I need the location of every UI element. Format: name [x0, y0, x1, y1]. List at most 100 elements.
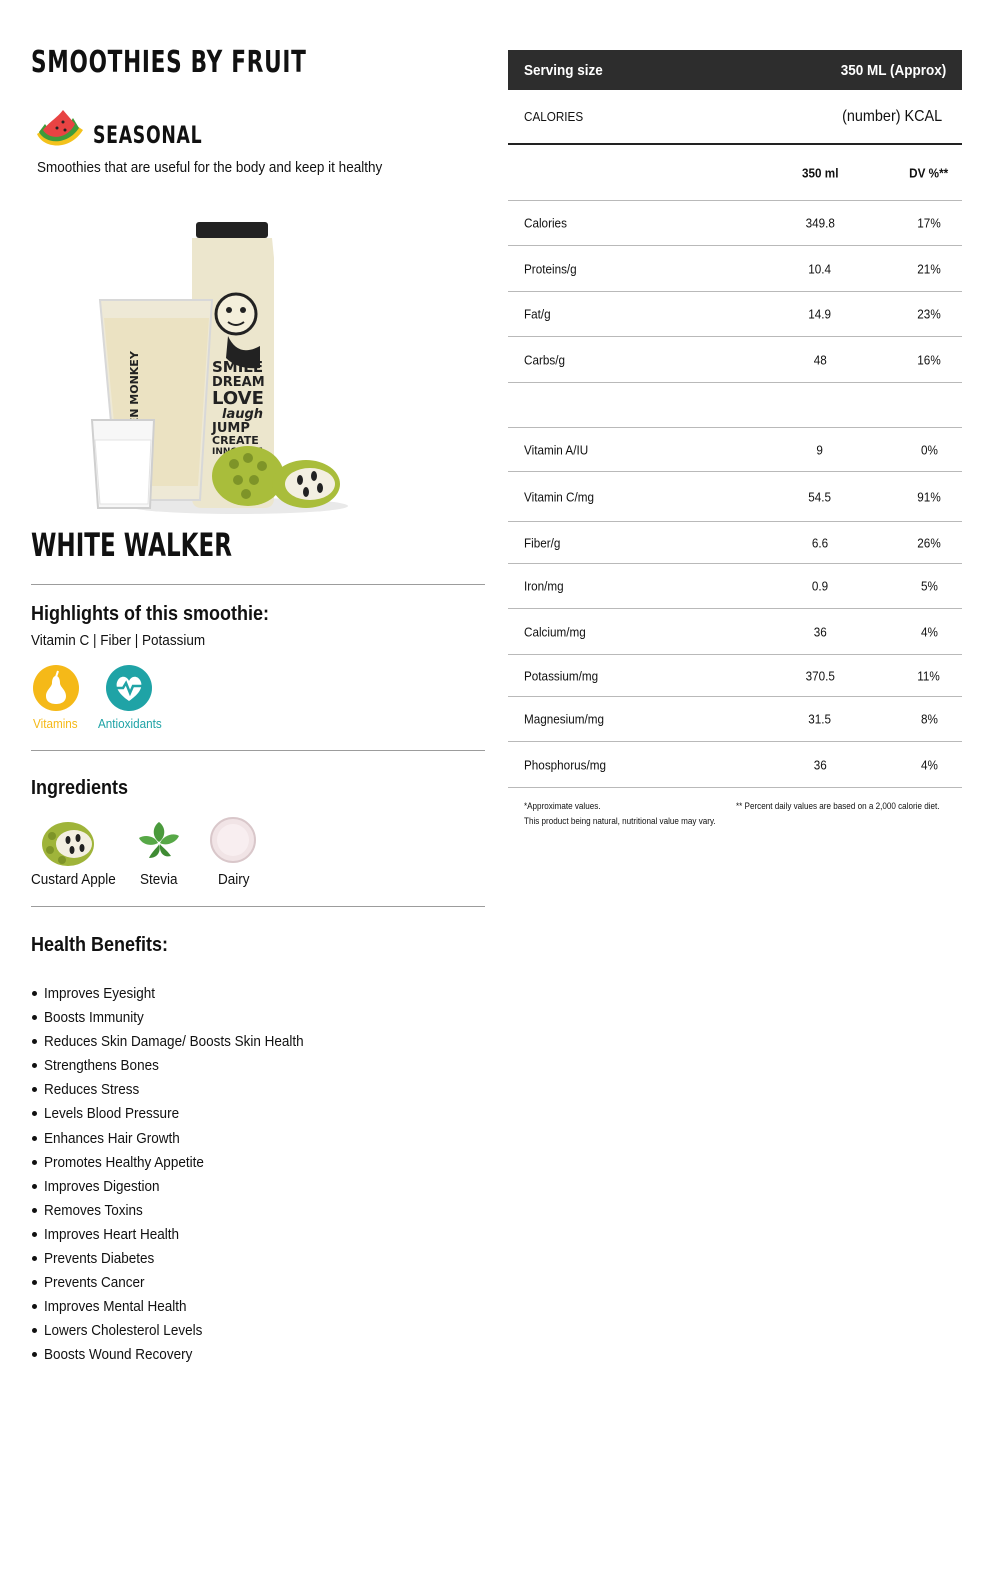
nutrient-dv: 91% [917, 489, 941, 504]
ingredient-label: Dairy [218, 871, 250, 888]
nutrient-amount: 349.8 [805, 215, 835, 231]
list-item: Boosts Wound Recovery [31, 1345, 332, 1369]
list-item: Reduces Stress [31, 1080, 332, 1104]
footnotes: *Approximate values. This product being … [508, 788, 962, 832]
nutrient-name: Magnesium/mg [524, 711, 604, 727]
table-row: Vitamin C/mg 54.5 91% [508, 472, 962, 522]
pear-icon [46, 670, 66, 704]
table-row: Iron/mg 0.9 5% [508, 564, 962, 609]
table-row: Fat/g 14.9 23% [508, 292, 962, 337]
nutrient-name: Fiber/g [524, 535, 561, 550]
list-item: Improves Heart Health [31, 1225, 332, 1249]
calories-value: (number) KCAL [841, 107, 942, 125]
list-item: Improves Eyesight [31, 984, 332, 1008]
highlights-list: Vitamin C | Fiber | Potassium [31, 632, 206, 649]
list-item: Reduces Skin Damage/ Boosts Skin Health [31, 1032, 332, 1056]
product-image: SMILE DREAM LOVE laugh JUMP CREATE INNOV… [88, 218, 350, 518]
benefits-title: Health Benefits: [31, 934, 169, 956]
product-name: WHITE WALKER [31, 526, 232, 564]
nutrient-name: Carbs/g [524, 352, 565, 367]
vitamins-badge [33, 665, 79, 711]
list-item: Improves Digestion [31, 1177, 332, 1201]
nutrient-name: Calories [524, 215, 567, 231]
list-item: Boosts Immunity [31, 1008, 332, 1032]
serving-value: 350 ML (Approx) [840, 61, 946, 79]
list-item: Promotes Healthy Appetite [31, 1153, 332, 1177]
ingredient-label: Stevia [140, 871, 178, 888]
nutrient-name: Vitamin A/IU [524, 442, 589, 457]
bottle-text: CREATE [212, 434, 259, 447]
list-item: Enhances Hair Growth [31, 1129, 332, 1153]
column-header-amount: 350 ml [801, 165, 839, 180]
nutrient-name: Vitamin C/mg [524, 489, 595, 504]
table-row: Proteins/g 10.4 21% [508, 246, 962, 292]
table-row: Calories 349.8 17% [508, 201, 962, 246]
table-row: Carbs/g 48 16% [508, 337, 962, 383]
benefits-list: Improves Eyesight Boosts Immunity Reduce… [31, 984, 332, 1370]
nutrient-dv: 5% [920, 578, 938, 594]
ingredient-label: Custard Apple [31, 871, 116, 888]
table-row: Fiber/g 6.6 26% [508, 522, 962, 564]
ingredients-title: Ingredients [31, 777, 129, 799]
list-item: Prevents Diabetes [31, 1249, 332, 1273]
table-row: Calcium/mg 36 4% [508, 609, 962, 655]
nutrient-amount: 14.9 [808, 306, 832, 322]
nutrient-amount: 31.5 [808, 711, 832, 727]
custard-apple-icon [40, 816, 96, 868]
nutrient-amount: 54.5 [808, 489, 832, 504]
bottle-text: LOVE [212, 388, 264, 409]
calories-summary: CALORIES (number) KCAL [508, 90, 962, 145]
highlights-title: Highlights of this smoothie: [31, 603, 269, 625]
nutrient-amount: 370.5 [805, 668, 835, 683]
nutrient-amount: 9 [816, 442, 824, 457]
table-row: Vitamin A/IU 9 0% [508, 428, 962, 472]
footnote: *Approximate values. [524, 801, 601, 811]
bottle-text: SMILE [212, 358, 263, 376]
nutrient-amount: 36 [813, 757, 827, 772]
footnote: ** Percent daily values are based on a 2… [736, 801, 940, 811]
nutrient-amount: 6.6 [811, 535, 829, 550]
watermelon-icon [33, 108, 87, 154]
table-row-spacer [508, 383, 962, 428]
nutrient-dv: 8% [920, 711, 938, 727]
nutrient-dv: 17% [917, 215, 941, 231]
nutrient-amount: 36 [813, 624, 827, 639]
nutrient-dv: 0% [920, 442, 938, 457]
table-row: Potassium/mg 370.5 11% [508, 655, 962, 697]
list-item: Levels Blood Pressure [31, 1104, 332, 1128]
bottle-text: laugh [222, 407, 263, 422]
divider [31, 750, 485, 751]
nutrient-amount: 0.9 [811, 578, 829, 594]
list-item: Removes Toxins [31, 1201, 332, 1225]
nutrient-name: Fat/g [524, 306, 551, 322]
table-row: Phosphorus/mg 36 4% [508, 742, 962, 788]
nutrient-dv: 23% [917, 306, 941, 322]
category-description: Smoothies that are useful for the body a… [37, 159, 383, 176]
divider [31, 906, 485, 907]
heartbeat-icon [115, 676, 143, 701]
category-label: SEASONAL [93, 121, 203, 149]
nutrient-name: Potassium/mg [524, 668, 599, 683]
nutrient-dv: 21% [917, 261, 941, 276]
list-item: Strengthens Bones [31, 1056, 332, 1080]
calories-label: CALORIES [524, 109, 584, 124]
serving-size-bar: Serving size 350 ML (Approx) [508, 50, 962, 90]
vitamins-label: Vitamins [33, 716, 78, 731]
nutrient-name: Phosphorus/mg [524, 757, 606, 772]
table-header: 350 ml DV %** [508, 145, 962, 201]
list-item: Prevents Cancer [31, 1273, 332, 1297]
nutrient-amount: 48 [813, 352, 827, 367]
nutrient-amount: 10.4 [808, 261, 832, 276]
milk-bowl-icon [207, 816, 263, 868]
nutrient-name: Calcium/mg [524, 624, 586, 639]
nutrition-table: Serving size 350 ML (Approx) CALORIES (n… [508, 50, 962, 832]
column-header-dv: DV %** [909, 165, 949, 180]
nutrient-dv: 16% [917, 352, 941, 367]
footnote: This product being natural, nutritional … [524, 816, 716, 826]
list-item: Improves Mental Health [31, 1297, 332, 1321]
page-title: SMOOTHIES BY FRUIT [31, 45, 307, 80]
antioxidants-label: Antioxidants [98, 716, 162, 731]
nutrient-dv: 26% [917, 535, 941, 550]
stevia-leaf-icon [131, 816, 187, 868]
divider [31, 584, 485, 585]
